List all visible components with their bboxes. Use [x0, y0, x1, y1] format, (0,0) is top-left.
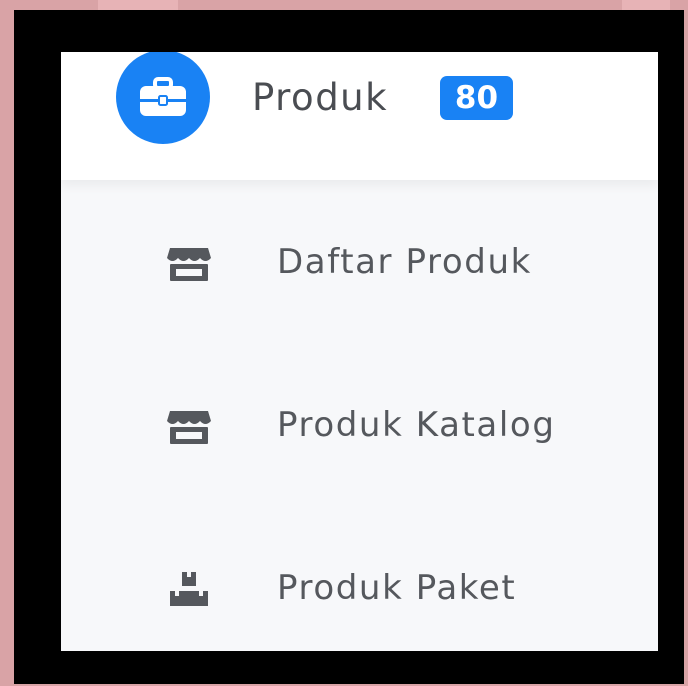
count-badge: 80: [440, 76, 513, 120]
boxes-icon: [165, 570, 213, 610]
briefcase-icon: [116, 52, 210, 144]
submenu-item-label: Produk Paket: [277, 568, 517, 608]
submenu: Daftar Produk Produk Katalog Produk Pake…: [61, 180, 658, 651]
menu-title: Produk: [252, 76, 389, 119]
store-icon: [165, 244, 213, 284]
submenu-item-daftar-produk[interactable]: Daftar Produk: [61, 228, 658, 298]
submenu-item-produk-paket[interactable]: Produk Paket: [61, 554, 658, 624]
submenu-item-label: Daftar Produk: [277, 242, 532, 282]
sidebar-menu-panel: Produk 80 Daftar Produk Produk Katalog P…: [61, 52, 658, 651]
submenu-item-produk-katalog[interactable]: Produk Katalog: [61, 391, 658, 461]
submenu-item-label: Produk Katalog: [277, 405, 556, 445]
menu-item-produk[interactable]: Produk 80: [61, 52, 658, 180]
store-icon: [165, 407, 213, 447]
